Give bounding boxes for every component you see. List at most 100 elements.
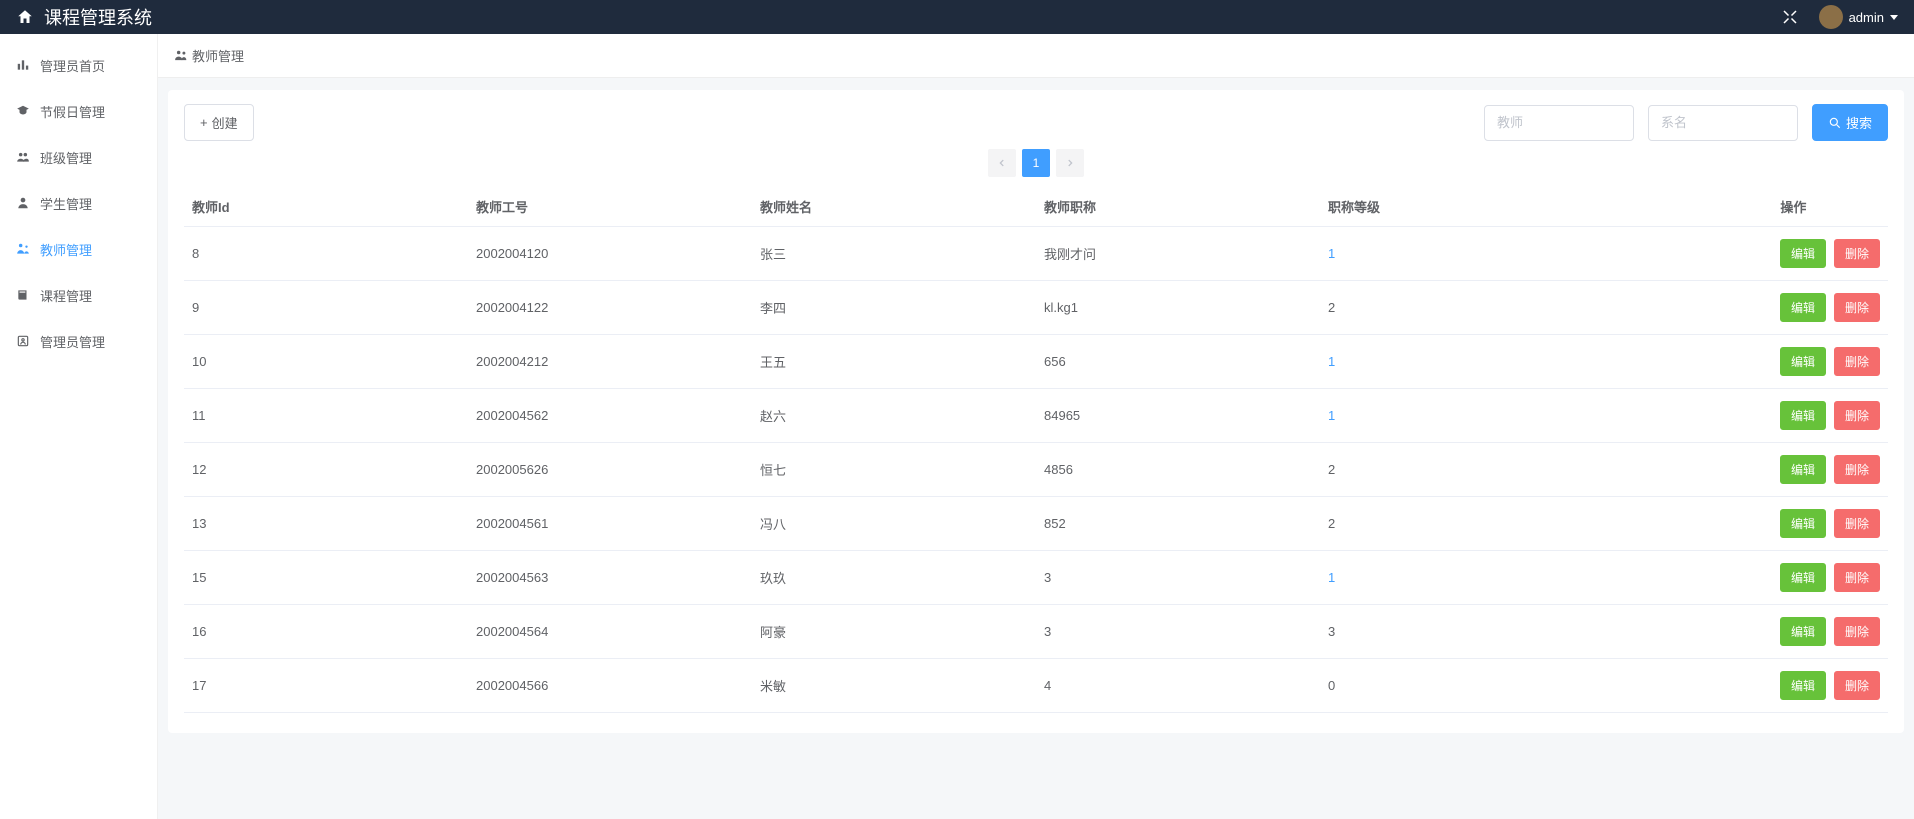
- table-row: 102002004212王五6561编辑删除: [184, 335, 1888, 389]
- cell-level: 0: [1320, 659, 1699, 713]
- cell-title: 3: [1036, 605, 1320, 659]
- sidebar-item-graduation[interactable]: 节假日管理: [0, 88, 157, 134]
- cell-name: 李四: [752, 281, 1036, 335]
- cell-title: kl.kg1: [1036, 281, 1320, 335]
- cell-level[interactable]: 1: [1320, 227, 1699, 281]
- table-row: 132002004561冯八8522编辑删除: [184, 497, 1888, 551]
- search-dept-input[interactable]: [1648, 105, 1798, 141]
- col-num: 教师工号: [468, 187, 752, 227]
- delete-button[interactable]: 删除: [1834, 455, 1880, 484]
- page-prev[interactable]: [988, 149, 1016, 177]
- edit-button[interactable]: 编辑: [1780, 401, 1826, 430]
- cell-name: 张三: [752, 227, 1036, 281]
- sidebar-item-label: 管理员管理: [40, 332, 105, 351]
- cell-id: 15: [184, 551, 468, 605]
- delete-button[interactable]: 删除: [1834, 563, 1880, 592]
- create-label: 创建: [212, 113, 238, 132]
- col-name: 教师姓名: [752, 187, 1036, 227]
- search-button[interactable]: 搜索: [1812, 104, 1888, 141]
- sidebar-item-label: 课程管理: [40, 286, 92, 305]
- sidebar: 管理员首页节假日管理班级管理学生管理教师管理课程管理管理员管理: [0, 34, 158, 819]
- search-label: 搜索: [1846, 113, 1872, 132]
- cell-id: 11: [184, 389, 468, 443]
- edit-button[interactable]: 编辑: [1780, 347, 1826, 376]
- search-icon: [1828, 116, 1842, 130]
- table-row: 82002004120张三我刚才问1编辑删除: [184, 227, 1888, 281]
- sidebar-item-admin[interactable]: 管理员管理: [0, 318, 157, 364]
- plus-icon: +: [200, 115, 208, 130]
- sidebar-item-user[interactable]: 学生管理: [0, 180, 157, 226]
- edit-button[interactable]: 编辑: [1780, 293, 1826, 322]
- col-level: 职称等级: [1320, 187, 1699, 227]
- cell-id: 10: [184, 335, 468, 389]
- table-row: 152002004563玖玖31 编辑删除: [184, 551, 1888, 605]
- col-ops: 操作: [1699, 187, 1888, 227]
- delete-button[interactable]: 删除: [1834, 293, 1880, 322]
- cell-name: 米敏: [752, 659, 1036, 713]
- cell-level[interactable]: 1: [1320, 335, 1699, 389]
- graduation-icon: [16, 104, 32, 118]
- group-icon: [16, 150, 32, 164]
- fullscreen-icon[interactable]: [1781, 8, 1799, 26]
- pagination: 1: [184, 149, 1888, 177]
- sidebar-item-label: 教师管理: [40, 240, 92, 259]
- cell-id: 16: [184, 605, 468, 659]
- cell-level: 3: [1320, 605, 1699, 659]
- username: admin: [1849, 10, 1884, 25]
- sidebar-item-label: 学生管理: [40, 194, 92, 213]
- cell-id: 9: [184, 281, 468, 335]
- cell-name: 玖玖: [752, 551, 1036, 605]
- user-menu[interactable]: admin: [1819, 5, 1898, 29]
- search-teacher-input[interactable]: [1484, 105, 1634, 141]
- user-icon: [16, 196, 32, 210]
- edit-button[interactable]: 编辑: [1780, 509, 1826, 538]
- cell-num: 2002004563: [468, 551, 752, 605]
- table-row: 112002004562赵六849651编辑删除: [184, 389, 1888, 443]
- delete-button[interactable]: 删除: [1834, 347, 1880, 376]
- app-title: 课程管理系统: [44, 4, 152, 30]
- cell-id: 17: [184, 659, 468, 713]
- home-icon[interactable]: [16, 8, 34, 26]
- panel: + 创建 搜索 1: [168, 90, 1904, 733]
- table-row: 162002004564阿豪33编辑删除: [184, 605, 1888, 659]
- col-id: 教师Id: [184, 187, 468, 227]
- edit-button[interactable]: 编辑: [1780, 617, 1826, 646]
- edit-button[interactable]: 编辑: [1780, 563, 1826, 592]
- sidebar-item-label: 班级管理: [40, 148, 92, 167]
- user-icon: [174, 49, 188, 63]
- page-next[interactable]: [1056, 149, 1084, 177]
- breadcrumb-label: 教师管理: [192, 46, 244, 65]
- edit-button[interactable]: 编辑: [1780, 671, 1826, 700]
- sidebar-item-teacher[interactable]: 教师管理: [0, 226, 157, 272]
- teacher-table: 教师Id 教师工号 教师姓名 教师职称 职称等级 操作 82002004120张…: [184, 187, 1888, 713]
- cell-level[interactable]: 1: [1320, 551, 1699, 605]
- topbar: 课程管理系统 admin: [0, 0, 1914, 34]
- edit-button[interactable]: 编辑: [1780, 455, 1826, 484]
- book-icon: [16, 288, 32, 302]
- cell-name: 赵六: [752, 389, 1036, 443]
- delete-button[interactable]: 删除: [1834, 401, 1880, 430]
- sidebar-item-label: 节假日管理: [40, 102, 105, 121]
- cell-num: 2002004120: [468, 227, 752, 281]
- sidebar-item-book[interactable]: 课程管理: [0, 272, 157, 318]
- cell-num: 2002004212: [468, 335, 752, 389]
- sidebar-item-group[interactable]: 班级管理: [0, 134, 157, 180]
- page-1[interactable]: 1: [1022, 149, 1050, 177]
- sidebar-item-chart-bar[interactable]: 管理员首页: [0, 42, 157, 88]
- cell-name: 阿豪: [752, 605, 1036, 659]
- admin-icon: [16, 334, 32, 348]
- cell-name: 冯八: [752, 497, 1036, 551]
- cell-title: 3: [1036, 551, 1320, 605]
- delete-button[interactable]: 删除: [1834, 671, 1880, 700]
- edit-button[interactable]: 编辑: [1780, 239, 1826, 268]
- create-button[interactable]: + 创建: [184, 104, 254, 141]
- cell-name: 恒七: [752, 443, 1036, 497]
- col-title: 教师职称: [1036, 187, 1320, 227]
- cell-level[interactable]: 1: [1320, 389, 1699, 443]
- delete-button[interactable]: 删除: [1834, 239, 1880, 268]
- cell-title: 84965: [1036, 389, 1320, 443]
- teacher-icon: [16, 242, 32, 256]
- delete-button[interactable]: 删除: [1834, 509, 1880, 538]
- chart-bar-icon: [16, 58, 32, 72]
- delete-button[interactable]: 删除: [1834, 617, 1880, 646]
